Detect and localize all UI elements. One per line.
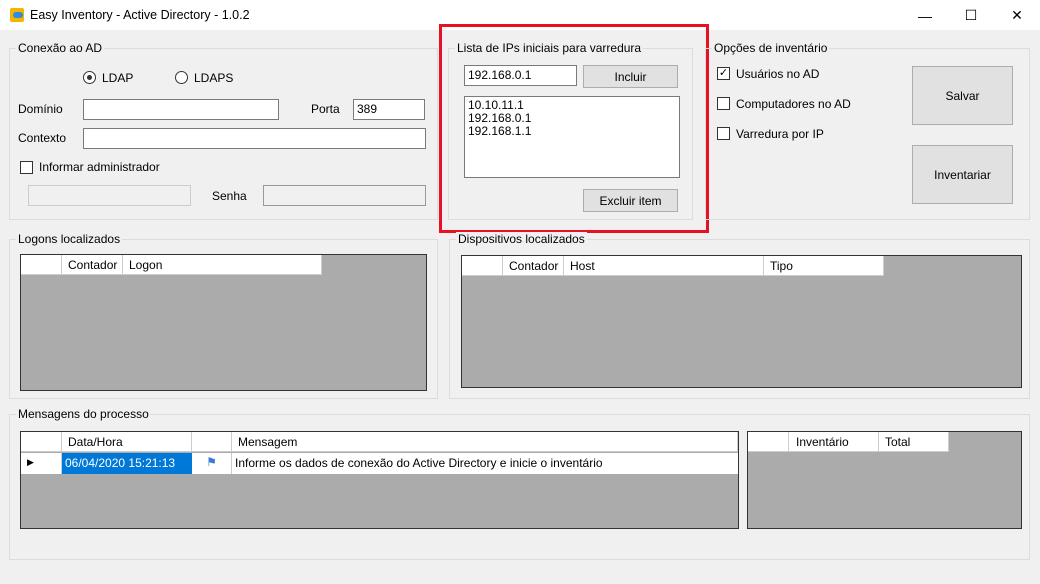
logons-grid-header: Contador Logon	[21, 255, 322, 275]
info-flag-icon: ⚑	[192, 453, 232, 474]
users-label: Usuários no AD	[736, 67, 820, 81]
summary-grid[interactable]: Inventário Total	[747, 431, 1022, 529]
messages-grid-header: Data/Hora Mensagem	[21, 432, 738, 452]
options-title: Opções de inventário	[712, 41, 830, 55]
devices-grid-header: Contador Host Tipo	[462, 256, 884, 276]
add-ip-button[interactable]: Incluir	[583, 65, 678, 88]
column-header-tipo[interactable]: Tipo	[764, 256, 884, 276]
context-input[interactable]	[83, 128, 426, 149]
inventory-button[interactable]: Inventariar	[912, 145, 1013, 204]
ldaps-label: LDAPS	[194, 71, 234, 85]
admin-checkbox[interactable]	[20, 161, 33, 174]
ldap-label: LDAP	[102, 71, 134, 85]
admin-label: Informar administrador	[39, 160, 160, 174]
ip-input[interactable]: 192.168.0.1	[464, 65, 577, 86]
port-label: Porta	[311, 102, 340, 116]
ldaps-radio[interactable]	[175, 71, 188, 84]
devices-grid[interactable]: Contador Host Tipo	[461, 255, 1022, 388]
ldap-radio[interactable]	[83, 71, 96, 84]
column-header-host[interactable]: Host	[564, 256, 764, 276]
port-input[interactable]: 389	[353, 99, 425, 120]
ip-scan-checkbox[interactable]	[717, 127, 730, 140]
ip-list-item[interactable]: 192.168.1.1	[468, 125, 676, 138]
message-cell[interactable]: Informe os dados de conexão do Active Di…	[232, 453, 738, 474]
window-title: Easy Inventory - Active Directory - 1.0.…	[30, 8, 250, 22]
column-header-total[interactable]: Total	[879, 432, 949, 452]
column-header-logon[interactable]: Logon	[123, 255, 322, 275]
datetime-cell[interactable]: 06/04/2020 15:21:13	[62, 453, 192, 474]
messages-grid[interactable]: Data/Hora Mensagem ▶ 06/04/2020 15:21:13…	[20, 431, 739, 529]
close-button[interactable]: ✕	[994, 0, 1040, 31]
logons-title: Logons localizados	[16, 232, 123, 246]
table-row[interactable]: ▶ 06/04/2020 15:21:13 ⚑ Informe os dados…	[21, 453, 738, 474]
messages-title: Mensagens do processo	[16, 407, 151, 421]
column-header-icon[interactable]	[192, 432, 232, 452]
ip-scan-label: Varredura por IP	[736, 127, 824, 141]
column-header-inventario[interactable]: Inventário	[789, 432, 879, 452]
admin-user-input[interactable]	[28, 185, 191, 206]
column-header-datetime[interactable]: Data/Hora	[62, 432, 192, 452]
password-input[interactable]	[263, 185, 426, 206]
column-header-message[interactable]: Mensagem	[232, 432, 738, 452]
row-indicator-icon: ▶	[21, 453, 62, 474]
context-label: Contexto	[18, 131, 67, 145]
domain-label: Domínio	[18, 102, 63, 116]
password-label: Senha	[212, 189, 247, 203]
maximize-button[interactable]: ☐	[948, 0, 994, 31]
remove-ip-button[interactable]: Excluir item	[583, 189, 678, 212]
devices-title: Dispositivos localizados	[456, 232, 587, 246]
column-header-contador[interactable]: Contador	[62, 255, 123, 275]
ip-listbox[interactable]: 10.10.11.1 192.168.0.1 192.168.1.1	[464, 96, 680, 178]
column-header-contador[interactable]: Contador	[503, 256, 564, 276]
app-icon	[10, 8, 24, 22]
ip-list-title: Lista de IPs iniciais para varredura	[455, 41, 644, 55]
users-checkbox[interactable]: ✓	[717, 67, 730, 80]
domain-input[interactable]	[83, 99, 279, 120]
logons-grid[interactable]: Contador Logon	[20, 254, 427, 391]
summary-grid-header: Inventário Total	[748, 432, 949, 452]
connection-group-title: Conexão ao AD	[16, 41, 105, 55]
computers-checkbox[interactable]	[717, 97, 730, 110]
computers-label: Computadores no AD	[736, 97, 851, 111]
save-button[interactable]: Salvar	[912, 66, 1013, 125]
minimize-button[interactable]: —	[902, 0, 948, 31]
